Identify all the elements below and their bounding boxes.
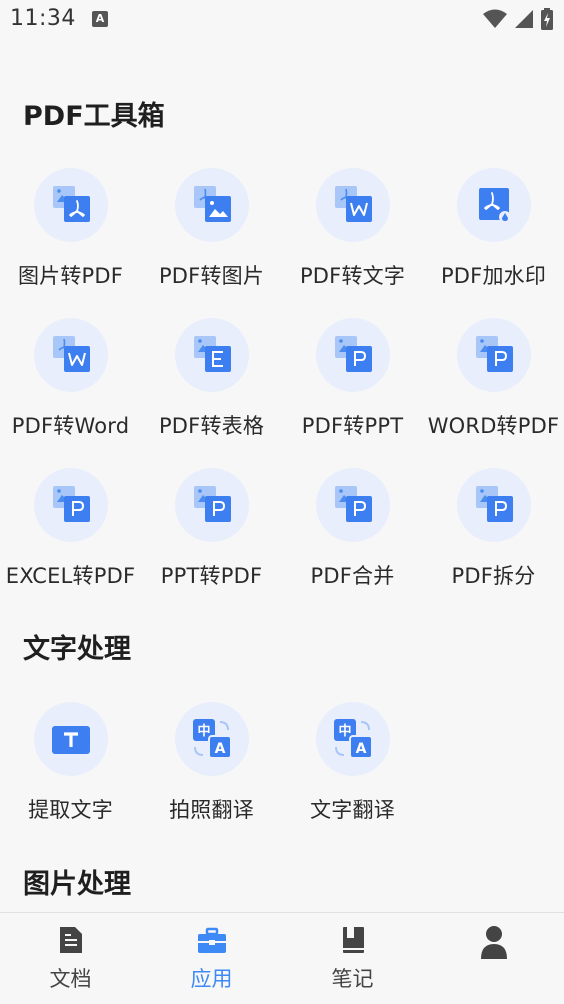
tool-label: 图片转PDF bbox=[17, 264, 124, 288]
tool-pdf-watermark[interactable]: PDF加水印 bbox=[423, 168, 564, 290]
bottom-nav: 文档 应用 笔记 bbox=[0, 912, 564, 1004]
tool-pdf-split[interactable]: PDF拆分 bbox=[423, 468, 564, 590]
tool-label: PPT转PDF bbox=[160, 564, 263, 588]
nav-item-notes[interactable]: 笔记 bbox=[282, 913, 423, 1004]
excel-to-pdf-icon bbox=[33, 468, 108, 542]
tool-pdf-to-word[interactable]: PDF转Word bbox=[0, 318, 141, 440]
pdf-to-image-icon bbox=[174, 168, 249, 242]
tool-label: PDF转图片 bbox=[158, 264, 265, 288]
signal-icon bbox=[515, 10, 533, 28]
tool-excel-to-pdf[interactable]: EXCEL转PDF bbox=[0, 468, 141, 590]
status-time: 11:34 bbox=[10, 6, 76, 31]
photo-translate-icon: 中 A bbox=[174, 702, 249, 776]
section-title-pdf-tools: PDF工具箱 bbox=[23, 101, 165, 132]
section-title-text-processing: 文字处理 bbox=[23, 634, 131, 665]
tool-label: 提取文字 bbox=[28, 798, 113, 822]
battery-icon bbox=[541, 8, 553, 30]
svg-text:A: A bbox=[355, 741, 366, 757]
svg-text:A: A bbox=[214, 741, 225, 757]
tool-label: PDF转PPT bbox=[301, 414, 404, 438]
pdf-watermark-icon bbox=[456, 168, 531, 242]
toolbox-icon bbox=[197, 927, 226, 953]
tool-label: PDF合并 bbox=[310, 564, 395, 588]
wifi-icon bbox=[483, 9, 507, 28]
tool-photo-translate[interactable]: 中 A 拍照翻译 bbox=[141, 702, 282, 824]
document-icon bbox=[59, 927, 82, 953]
pdf-to-ppt-icon bbox=[315, 318, 390, 392]
profile-icon bbox=[480, 926, 507, 959]
tool-label: PDF转Word bbox=[11, 414, 130, 438]
tool-label: WORD转PDF bbox=[427, 414, 560, 438]
tool-label: PDF拆分 bbox=[451, 564, 536, 588]
section-title-image-processing: 图片处理 bbox=[23, 869, 131, 900]
pdf-to-word-icon bbox=[33, 318, 108, 392]
status-bar: 11:34 A bbox=[0, 0, 564, 40]
tool-label: PDF转表格 bbox=[158, 414, 265, 438]
tool-label: 拍照翻译 bbox=[169, 798, 254, 822]
nav-label-documents: 文档 bbox=[49, 967, 92, 991]
tool-ppt-to-pdf[interactable]: PPT转PDF bbox=[141, 468, 282, 590]
tool-label: 文字翻译 bbox=[310, 798, 395, 822]
tool-pdf-to-excel[interactable]: PDF转表格 bbox=[141, 318, 282, 440]
tool-label: PDF转文字 bbox=[299, 264, 406, 288]
a-icon: A bbox=[92, 11, 108, 27]
tool-text-translate[interactable]: 中 A 文字翻译 bbox=[282, 702, 423, 824]
pdf-to-excel-icon bbox=[174, 318, 249, 392]
tool-pdf-merge[interactable]: PDF合并 bbox=[282, 468, 423, 590]
nav-item-profile[interactable] bbox=[423, 913, 564, 1004]
text-translate-icon: 中 A bbox=[315, 702, 390, 776]
ppt-to-pdf-icon bbox=[174, 468, 249, 542]
tool-pdf-to-ppt[interactable]: PDF转PPT bbox=[282, 318, 423, 440]
tool-label: PDF加水印 bbox=[440, 264, 547, 288]
tool-label: EXCEL转PDF bbox=[5, 564, 136, 588]
nav-item-documents[interactable]: 文档 bbox=[0, 913, 141, 1004]
pdf-split-icon bbox=[456, 468, 531, 542]
tool-word-to-pdf[interactable]: WORD转PDF bbox=[423, 318, 564, 440]
tool-pdf-to-image[interactable]: PDF转图片 bbox=[141, 168, 282, 290]
tool-extract-text[interactable]: 提取文字 bbox=[0, 702, 141, 824]
word-to-pdf-icon bbox=[456, 318, 531, 392]
nav-label-notes: 笔记 bbox=[331, 967, 374, 991]
notebook-icon bbox=[342, 927, 364, 953]
tool-pdf-to-text[interactable]: PDF转文字 bbox=[282, 168, 423, 290]
pdf-to-text-icon bbox=[315, 168, 390, 242]
image-to-pdf-icon bbox=[33, 168, 108, 242]
nav-label-apps: 应用 bbox=[190, 967, 233, 991]
nav-item-apps[interactable]: 应用 bbox=[141, 913, 282, 1004]
extract-text-icon bbox=[33, 702, 108, 776]
tool-image-to-pdf[interactable]: 图片转PDF bbox=[0, 168, 141, 290]
status-icons bbox=[482, 8, 554, 30]
pdf-merge-icon bbox=[315, 468, 390, 542]
